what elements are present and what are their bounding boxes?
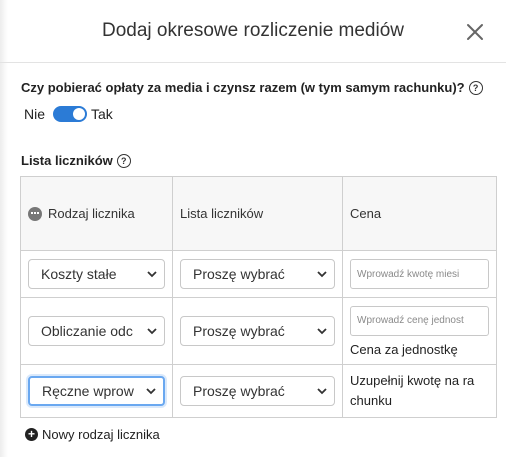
meter-select[interactable]: Proszę wybrać [180, 376, 335, 406]
monthly-amount-input[interactable]: Wprowadź kwotę miesi [350, 259, 489, 289]
meters-section-title: Lista liczników ? [21, 153, 131, 168]
table-row: Ręczne wprow Proszę wybrać Uzupełnij kwo… [20, 364, 497, 418]
question-circle-icon[interactable]: ? [468, 80, 483, 95]
column-header-type: Rodzaj licznika [20, 176, 173, 251]
chevron-down-icon [317, 271, 327, 278]
close-icon[interactable] [465, 22, 485, 42]
chevron-down-icon [317, 328, 327, 335]
combined-billing-question: Czy pobierać opłaty za media i czynsz ra… [21, 80, 483, 95]
table-row: Obliczanie odc Proszę wybrać Wprowadź ce… [20, 297, 497, 365]
question-label: Czy pobierać opłaty za media i czynsz ra… [21, 80, 465, 95]
chevron-down-icon [147, 328, 157, 335]
column-header-meters: Lista liczników [172, 176, 343, 251]
toggle-on-label: Tak [91, 106, 113, 122]
meter-select[interactable]: Proszę wybrać [180, 259, 335, 289]
unit-price-note: Cena za jednostkę [350, 341, 458, 357]
header-divider [0, 62, 506, 63]
table-header-row: Rodzaj licznika Lista liczników Cena [20, 176, 497, 251]
column-header-price: Cena [342, 176, 497, 251]
meters-title-label: Lista liczników [21, 153, 113, 168]
chevron-down-icon [147, 271, 157, 278]
table-row: Koszty stałe Proszę wybrać Wprowadź kwot… [20, 250, 497, 298]
manual-price-info-line1: Uzupełnij kwotę na ra [350, 373, 475, 388]
switch-knob [73, 108, 86, 120]
add-meter-type-button[interactable]: + Nowy rodzaj licznika [25, 427, 160, 442]
manual-price-info-line2: chunku [350, 393, 392, 408]
toggle-off-label: Nie [24, 106, 46, 122]
question-circle-icon[interactable]: ? [116, 153, 131, 168]
meter-type-icon [28, 206, 42, 221]
dialog-title: Dodaj okresowe rozliczenie mediów [101, 20, 405, 41]
meters-table: Rodzaj licznika Lista liczników Cena Kos… [20, 176, 497, 418]
chevron-down-icon [317, 388, 327, 395]
meter-type-select[interactable]: Ręczne wprow [28, 376, 165, 406]
meter-type-select[interactable]: Obliczanie odc [28, 316, 165, 346]
unit-price-input[interactable]: Wprowadź cenę jednost [350, 305, 489, 336]
combined-billing-switch[interactable] [53, 106, 88, 122]
plus-circle-icon: + [25, 428, 38, 441]
add-meter-type-label: Nowy rodzaj licznika [42, 427, 160, 442]
combined-billing-toggle-row: Nie Tak [24, 106, 113, 122]
meter-type-select[interactable]: Koszty stałe [28, 259, 165, 289]
modal-dialog: Dodaj okresowe rozliczenie mediów Czy po… [0, 0, 506, 457]
meter-select[interactable]: Proszę wybrać [180, 316, 335, 346]
chevron-down-icon [146, 388, 156, 395]
